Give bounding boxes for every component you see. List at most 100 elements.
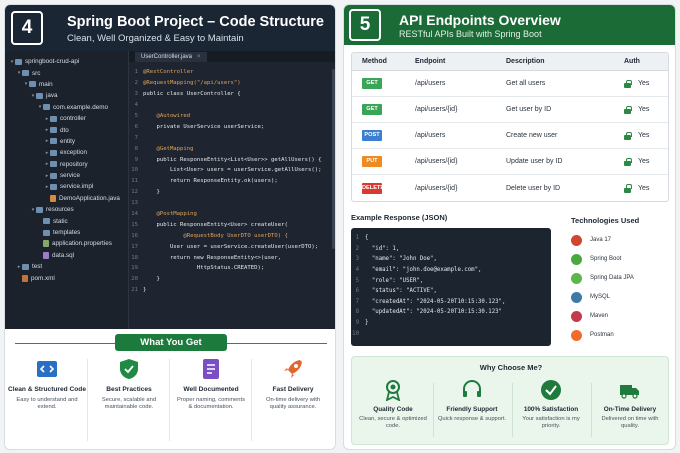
code-line: 19 HttpStatus.CREATED); [129,263,335,274]
json-text: } [365,320,369,327]
column-header-method: Method [362,58,387,65]
tree-item[interactable]: ▾ resources [5,204,128,215]
tree-item-label: exception [60,149,87,157]
auth-value: Yes [638,106,650,113]
line-number: 21 [131,287,138,294]
code-line: 7 [129,132,335,143]
tree-item[interactable]: static [5,215,128,226]
tree-item-label: main [39,80,53,88]
folder-icon [50,183,57,190]
code-line: 14 @PostMapping [129,209,335,220]
tree-item[interactable]: ▸ repository [5,159,128,170]
code-line: 2 @RequestMapping("/api/users") [129,78,335,89]
technology-item: Spring Boot [571,252,621,266]
method-cell: POST [352,130,407,141]
tree-item-label: resources [46,206,74,214]
tree-item[interactable]: pom.xml [5,272,128,283]
editor-tab-usercontroller[interactable]: UserController.java × [135,52,207,62]
tree-item[interactable]: application.properties [5,238,128,249]
code-structure-panel: 4 Spring Boot Project – Code Structure C… [4,4,336,450]
code-line: 17 User user = userService.createUser(us… [129,241,335,252]
json-line: 4 "email": "john.doe@example.com", [351,265,551,276]
description-cell: Get all users [506,80,546,87]
method-cell: DELETE [352,182,407,194]
tree-item[interactable]: ▸ controller [5,113,128,124]
spring-boot-icon [571,253,582,265]
tree-item[interactable]: ▸ dto [5,124,128,135]
feature-card: Best Practices Secure, scalable and maint… [89,355,169,447]
tree-item[interactable]: data.sql [5,250,128,261]
code-structure-header: 4 Spring Boot Project – Code Structure C… [5,5,335,51]
code-line: 3 public class UserController { [129,89,335,100]
code-line: 10 List<User> users = userService.getAll… [129,165,335,176]
folder-icon [50,138,57,145]
tree-item[interactable]: templates [5,227,128,238]
json-text: "role": "USER", [365,277,424,284]
code-line: 12 } [129,187,335,198]
check-circle-icon [540,379,562,401]
tree-item[interactable]: DemoApplication.java [5,193,128,204]
close-icon[interactable]: × [197,54,201,60]
code-line: 16 @RequestBody UserDTO userDTO) { [129,230,335,241]
why-divider [591,383,592,437]
auth-cell: Yes [616,105,668,114]
tree-item[interactable]: ▾ springboot-crud-api [5,56,128,67]
tree-item[interactable]: ▸ service [5,170,128,181]
technology-name: Maven [590,313,609,319]
tree-item[interactable]: ▸ service.impl [5,181,128,192]
line-number: 12 [131,189,138,196]
line-number: 2 [355,245,359,252]
table-row: PUT/api/users/{id} Update user by ID Yes [352,149,668,175]
truck-icon [619,379,641,401]
why-item: 100% Satisfaction Your satisfaction is my… [513,379,589,431]
line-number: 6 [134,123,138,130]
why-item: Friendly Support Quick response & support… [434,379,510,423]
json-line: 3 "name": "John Doe", [351,254,551,265]
why-item: Quality Code Clean, secure & optimized co… [355,379,431,431]
editor-scrollbar[interactable] [332,69,335,249]
example-response-title: Example Response (JSON) [351,213,448,222]
description-cell: Update user by ID [506,158,563,165]
folder-icon [43,218,50,225]
tree-item[interactable]: ▸ entity [5,136,128,147]
tree-item[interactable]: ▾ java [5,90,128,101]
endpoint-cell: /api/users/{id} [415,158,458,165]
endpoint-cell: /api/users [415,132,446,139]
json-line: 9} [351,318,551,329]
code-text: public ResponseEntity<User> createUser( [143,221,288,228]
lock-icon [624,157,632,166]
tree-item[interactable]: ▸ exception [5,147,128,158]
folder-icon [36,92,43,99]
code-line: 18 return new ResponseEntity<>(user, [129,252,335,263]
tree-item[interactable]: ▾ com.example.demo [5,102,128,113]
line-number: 6 [355,288,359,295]
json-text: "name": "John Doe", [365,256,437,263]
technology-item: Spring Data JPA [571,271,634,285]
tree-item-label: dto [60,126,69,134]
feature-divider [169,359,170,441]
folder-icon [50,161,57,168]
code-text: public ResponseEntity<List<User>> getAll… [143,156,322,163]
method-badge: GET [362,78,382,89]
feature-description: Secure, scalable and maintainable code. [101,397,157,411]
folder-icon [43,229,50,236]
technology-item: MySQL [571,290,610,304]
code-text: return ResponseEntity.ok(users); [143,178,278,185]
technology-name: MySQL [590,294,611,300]
code-icon [36,358,58,380]
feature-title: Fast Delivery [272,386,314,393]
auth-value: Yes [638,184,650,192]
lock-icon [624,105,632,114]
why-item-title: On-Time Delivery [603,406,657,413]
feature-card: Fast Delivery On-time delivery with quali… [253,355,333,447]
feature-description: Easy to understand and extend. [16,397,78,411]
technology-name: Spring Data JPA [590,275,634,281]
line-number: 3 [134,91,138,98]
tree-item[interactable]: ▾ src [5,67,128,78]
json-text: "email": "john.doe@example.com", [365,267,482,274]
what-you-get-title: What You Get [115,334,227,351]
code-text: } [143,287,147,294]
tree-item[interactable]: ▸ test [5,261,128,272]
tree-item[interactable]: ▾ main [5,79,128,90]
tree-item-label: data.sql [52,251,75,259]
